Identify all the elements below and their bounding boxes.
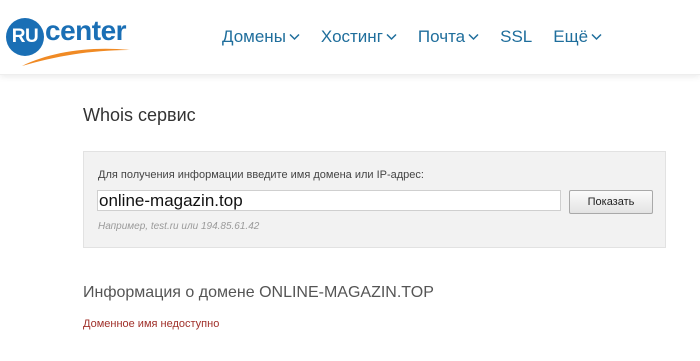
chevron-down-icon [289, 33, 300, 41]
nav-item-label: Хостинг [320, 27, 383, 46]
nav-item-label: Почта [417, 27, 466, 46]
whois-example-hint: Например, test.ru или 194.85.61.42 [98, 221, 260, 232]
ru-center-logo[interactable]: RU center [6, 8, 130, 68]
main-nav: Домены Хостинг Почта SSL Ещё [222, 26, 602, 48]
nav-item-more[interactable]: Ещё [553, 26, 602, 48]
logo-wordmark: center [45, 15, 127, 46]
domain-info-title: Информация о домене ONLINE-MAGAZIN.TOP [83, 284, 434, 301]
chevron-down-icon [591, 33, 602, 41]
nav-item-mail[interactable]: Почта [418, 26, 479, 48]
chevron-down-icon [386, 33, 397, 41]
chevron-down-icon [468, 33, 479, 41]
domain-input[interactable] [97, 190, 561, 211]
nav-item-label: Домены [222, 27, 286, 46]
whois-form: Для получения информации введите имя дом… [83, 151, 666, 248]
nav-item-ssl[interactable]: SSL [500, 26, 532, 48]
logo-swoosh-icon [22, 48, 130, 66]
nav-item-label: Ещё [553, 27, 589, 46]
site-header: RU center Домены Хостинг Почта SSL Ещё [0, 0, 700, 75]
domain-status-text: Доменное имя недоступно [83, 318, 220, 330]
whois-field-label: Для получения информации введите имя дом… [98, 169, 424, 181]
show-button[interactable]: Показать [569, 190, 653, 214]
nav-item-label: SSL [500, 27, 533, 46]
page-title: Whois сервис [83, 105, 196, 125]
nav-item-hosting[interactable]: Хостинг [321, 26, 397, 48]
nav-item-domains[interactable]: Домены [222, 26, 300, 48]
